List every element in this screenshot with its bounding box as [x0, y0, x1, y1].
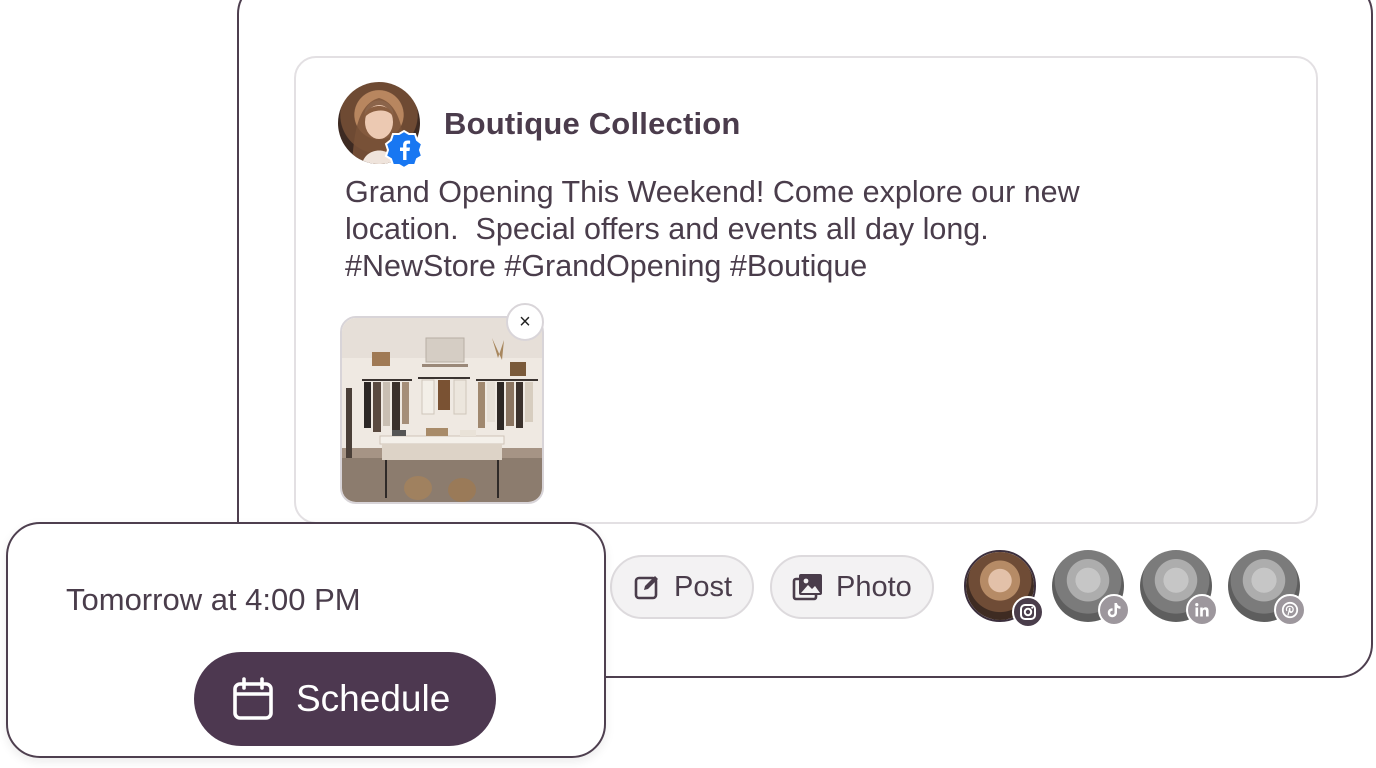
post-text-editor[interactable]: Grand Opening This Weekend! Come explore… — [345, 174, 1245, 285]
close-icon: × — [519, 310, 531, 333]
photo-type-button[interactable]: Photo — [770, 555, 934, 619]
account-avatar — [338, 82, 424, 169]
tiktok-icon — [1098, 594, 1130, 626]
account-toggle-linkedin[interactable] — [1140, 550, 1218, 626]
linkedin-icon — [1186, 594, 1218, 626]
schedule-button-label: Schedule — [296, 678, 451, 719]
post-text-line: Grand Opening This Weekend! Come explore… — [345, 175, 1080, 209]
facebook-icon — [384, 129, 424, 169]
account-toggle-pinterest[interactable] — [1228, 550, 1306, 626]
post-type-button[interactable]: Post — [610, 555, 754, 619]
calendar-icon — [233, 677, 273, 720]
account-toggle-instagram[interactable] — [964, 550, 1044, 628]
post-text-line: #NewStore #GrandOpening #Boutique — [345, 249, 868, 283]
image-icon — [792, 574, 822, 601]
account-toggle-tiktok[interactable] — [1052, 550, 1130, 626]
schedule-button[interactable]: Schedule — [194, 652, 496, 746]
schedule-panel: Tomorrow at 4:00 PM Schedule — [6, 522, 606, 758]
pinterest-icon — [1274, 594, 1306, 626]
photo-type-label: Photo — [836, 570, 912, 603]
post-preview: Boutique Collection Grand Opening This W… — [294, 56, 1318, 524]
account-name: Boutique Collection — [444, 106, 741, 141]
attached-photo[interactable] — [340, 316, 544, 504]
instagram-icon — [1012, 596, 1044, 628]
edit-icon — [634, 576, 658, 600]
schedule-time[interactable]: Tomorrow at 4:00 PM — [66, 582, 361, 618]
post-type-label: Post — [674, 570, 733, 603]
remove-photo-button[interactable]: × — [506, 303, 544, 341]
post-text-line: location. Special offers and events all … — [345, 212, 989, 246]
